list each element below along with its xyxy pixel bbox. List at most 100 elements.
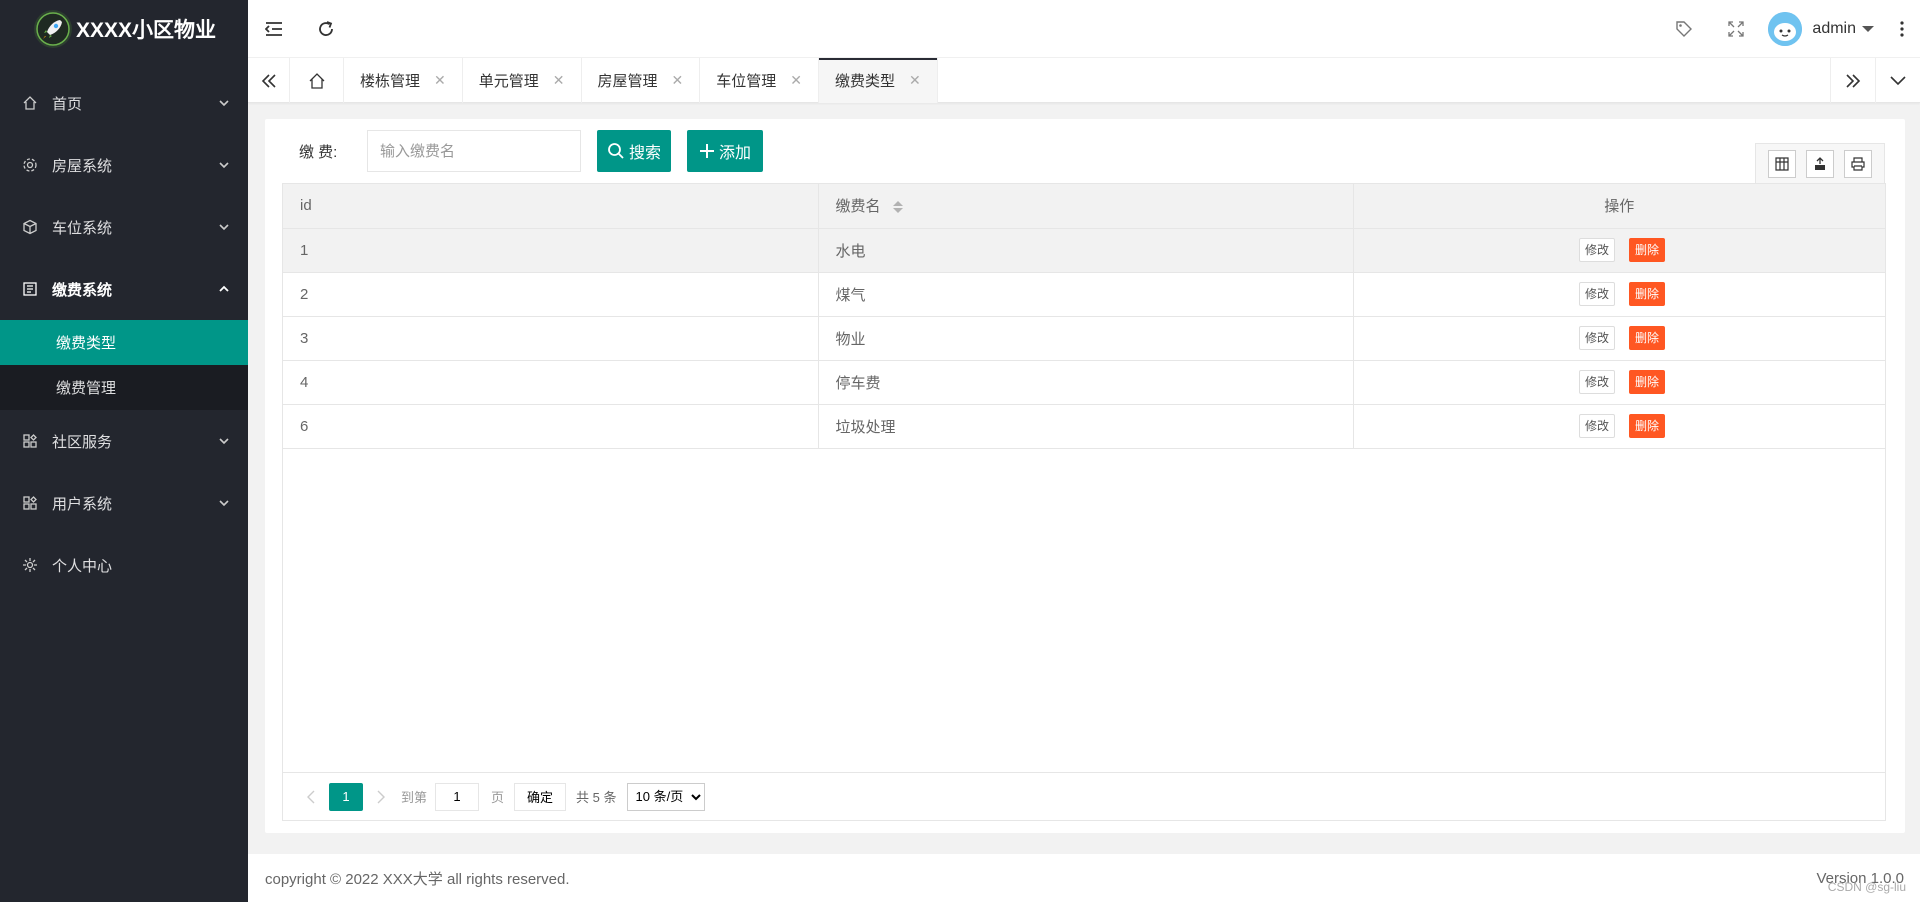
close-icon[interactable]: ✕: [434, 72, 446, 89]
search-button[interactable]: 搜索: [597, 130, 672, 172]
cell-id: 6: [283, 404, 819, 449]
edit-button[interactable]: 修改: [1578, 238, 1615, 262]
column-header-name[interactable]: 缴费名: [818, 184, 1354, 229]
sidebar-item-users[interactable]: 用户系统: [0, 472, 248, 534]
tab-label: 单元管理: [478, 73, 539, 90]
main-panel: 缴 费: 搜索 添加 id: [265, 119, 1905, 833]
goto-confirm-button[interactable]: 确定: [514, 782, 567, 811]
tab-payment-type[interactable]: 缴费类型 ✕: [819, 58, 938, 103]
refresh-icon: [319, 20, 333, 36]
search-button-label: 搜索: [629, 145, 662, 162]
prev-page-button[interactable]: [299, 783, 323, 811]
cell-ops: 修改 删除: [1353, 360, 1885, 405]
table-row[interactable]: 4 停车费 修改 删除: [283, 360, 1885, 405]
home-icon: [309, 72, 324, 89]
table-row[interactable]: 1 水电 修改 删除: [283, 228, 1885, 273]
gear-icon: [22, 157, 38, 173]
double-chevron-right-icon: [1846, 73, 1861, 88]
page-unit-label: 页: [491, 790, 505, 805]
edit-button[interactable]: 修改: [1578, 282, 1615, 306]
watermark: CSDN @sg-liu: [1827, 880, 1906, 894]
avatar: [1768, 11, 1803, 46]
tab-house[interactable]: 房屋管理 ✕: [582, 58, 701, 103]
fullscreen-button[interactable]: [1710, 0, 1762, 58]
double-chevron-left-icon: [261, 73, 276, 88]
tab-building[interactable]: 楼栋管理 ✕: [344, 58, 463, 103]
add-button[interactable]: 添加: [687, 130, 764, 172]
tab-home[interactable]: [290, 58, 344, 103]
table-toolbar: [1755, 143, 1885, 183]
close-icon[interactable]: ✕: [909, 72, 921, 89]
copyright-text: copyright © 2022 XXX大学 all rights reserv…: [265, 870, 570, 888]
chevron-down-icon: [219, 500, 229, 507]
chevron-up-icon: [219, 285, 229, 292]
page-size-select[interactable]: 10 条/页: [626, 782, 705, 811]
edit-button[interactable]: 修改: [1578, 414, 1615, 438]
close-icon[interactable]: ✕: [790, 72, 802, 89]
chevron-down-icon: [1890, 75, 1906, 85]
export-button[interactable]: [1806, 149, 1834, 178]
current-page[interactable]: 1: [329, 782, 363, 811]
sidebar-item-label: 社区服务: [52, 433, 113, 451]
chevron-right-icon: [377, 790, 385, 803]
sort-icon[interactable]: [892, 200, 903, 214]
sidebar-item-community[interactable]: 社区服务: [0, 410, 248, 472]
close-icon[interactable]: ✕: [553, 72, 565, 89]
edit-button[interactable]: 修改: [1578, 326, 1615, 350]
tabs-scroll-left-button[interactable]: [248, 58, 290, 103]
close-icon[interactable]: ✕: [672, 72, 684, 89]
search-input[interactable]: [367, 130, 581, 172]
tab-parking[interactable]: 车位管理 ✕: [700, 58, 819, 103]
tabs-scroll-right-button[interactable]: [1830, 58, 1875, 103]
sidebar-item-parking[interactable]: 车位系统: [0, 196, 248, 258]
print-button[interactable]: [1844, 149, 1872, 178]
logo[interactable]: XXXX小区物业: [0, 0, 248, 58]
tabs-dropdown-button[interactable]: [1875, 58, 1920, 103]
table-row[interactable]: 6 垃圾处理 修改 删除: [283, 404, 1885, 449]
tab-label: 车位管理: [716, 73, 777, 90]
sidebar-subitem-payment-type[interactable]: 缴费类型: [0, 320, 248, 365]
delete-button[interactable]: 删除: [1628, 326, 1665, 350]
side-menu: 首页 房屋系统 车位系统 缴费系统 缴费类型 缴费管理 社区服务 用户系统 个人…: [0, 72, 248, 596]
cell-ops: 修改 删除: [1353, 228, 1885, 273]
sidebar-item-profile[interactable]: 个人中心: [0, 534, 248, 596]
refresh-button[interactable]: [300, 0, 352, 58]
receipt-icon: [22, 281, 38, 297]
apps-icon: [22, 495, 38, 511]
goto-page-input[interactable]: [435, 782, 480, 811]
cell-id: 2: [283, 272, 819, 317]
table-row[interactable]: 3 物业 修改 删除: [283, 316, 1885, 361]
footer: copyright © 2022 XXX大学 all rights reserv…: [248, 854, 1920, 902]
sidebar-item-payment[interactable]: 缴费系统: [0, 258, 248, 320]
page-tabs: 楼栋管理 ✕ 单元管理 ✕ 房屋管理 ✕ 车位管理 ✕ 缴费类型 ✕: [248, 58, 1920, 103]
sidebar-subitem-payment-manage[interactable]: 缴费管理: [0, 365, 248, 410]
next-page-button[interactable]: [369, 783, 393, 811]
columns-filter-button[interactable]: [1768, 149, 1796, 178]
delete-button[interactable]: 删除: [1628, 414, 1665, 438]
pagination: 1 到第 页 确定 共 5 条 10 条/页: [283, 772, 1885, 820]
tabs-right-controls: [1830, 58, 1920, 103]
chevron-left-icon: [307, 790, 315, 803]
settings-icon: [22, 557, 38, 573]
top-header: admin: [248, 0, 1920, 58]
delete-button[interactable]: 删除: [1628, 282, 1665, 306]
more-button[interactable]: [1884, 0, 1920, 58]
cell-name: 水电: [818, 228, 1354, 273]
sidebar-item-label: 房屋系统: [52, 157, 113, 175]
tab-unit[interactable]: 单元管理 ✕: [463, 58, 582, 103]
tag-button[interactable]: [1658, 0, 1710, 58]
add-button-label: 添加: [719, 145, 752, 162]
cell-name: 煤气: [818, 272, 1354, 317]
edit-button[interactable]: 修改: [1578, 370, 1615, 394]
sidebar-item-home[interactable]: 首页: [0, 72, 248, 134]
sidebar-item-label: 首页: [52, 95, 83, 113]
user-menu[interactable]: admin: [1768, 11, 1874, 46]
table-header-row: id 缴费名 操作: [283, 184, 1885, 229]
delete-button[interactable]: 删除: [1628, 370, 1665, 394]
sidebar-item-label: 个人中心: [52, 557, 113, 575]
collapse-menu-button[interactable]: [248, 0, 300, 58]
delete-button[interactable]: 删除: [1628, 238, 1665, 262]
sidebar-item-housing[interactable]: 房屋系统: [0, 134, 248, 196]
sidebar-item-label: 用户系统: [52, 495, 113, 513]
table-row[interactable]: 2 煤气 修改 删除: [283, 272, 1885, 317]
